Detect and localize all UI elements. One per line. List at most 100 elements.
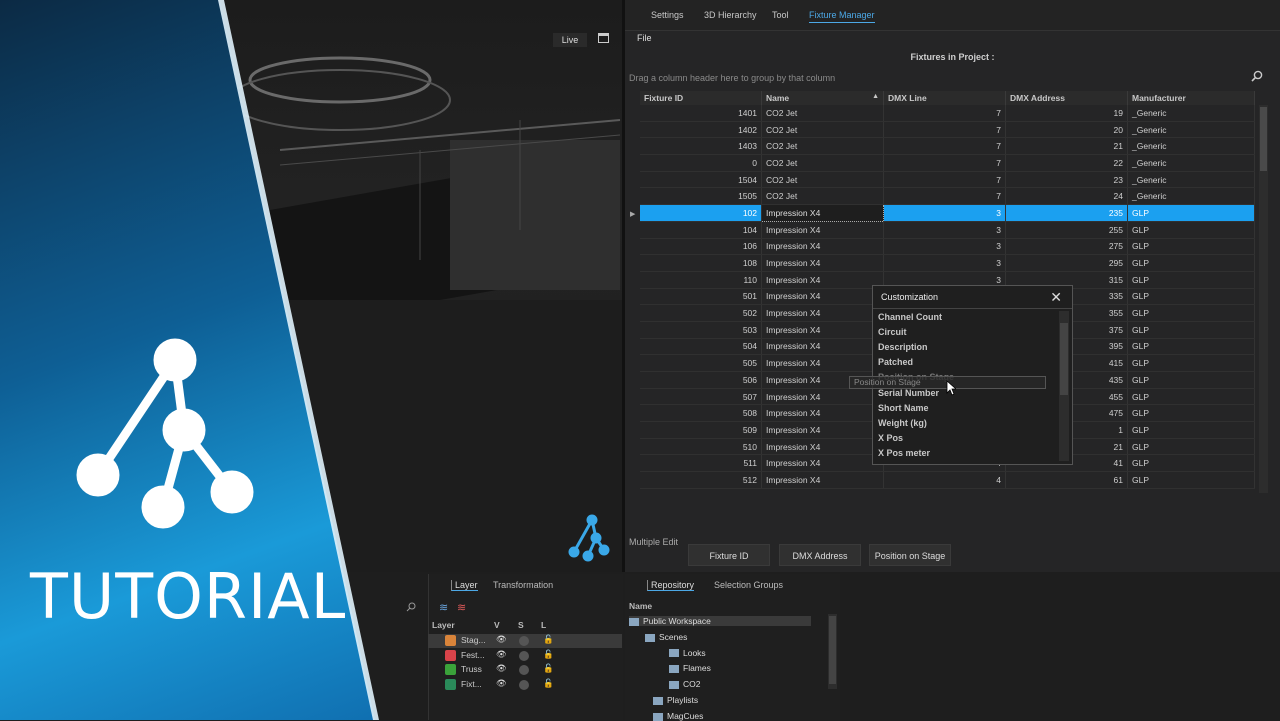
cell-dmx-address[interactable]: 295	[1005, 254, 1128, 272]
cell-dmx-line[interactable]: 7	[883, 154, 1006, 172]
scrollbar-thumb[interactable]	[1260, 107, 1267, 171]
cell-dmx-line[interactable]: 3	[883, 254, 1006, 272]
cell-manufacturer[interactable]: GLP	[1127, 271, 1255, 289]
cell-dmx-line[interactable]: 7	[883, 121, 1006, 139]
layer-name[interactable]: Fest...	[461, 650, 485, 660]
layers-delete-icon[interactable]: ≋	[457, 601, 466, 614]
cell-fixture-id[interactable]: 108	[640, 254, 762, 272]
customization-item[interactable]: Circuit	[878, 327, 907, 337]
group-by-hint[interactable]: Drag a column header here to group by th…	[629, 73, 835, 83]
repository-tree-item[interactable]: MagCues	[653, 711, 703, 721]
eye-icon[interactable]: 👁	[496, 649, 507, 660]
cell-fixture-id[interactable]: 106	[640, 238, 762, 256]
cell-dmx-line[interactable]: 3	[883, 204, 1006, 222]
cell-manufacturer[interactable]: GLP	[1127, 254, 1255, 272]
layer-color-swatch[interactable]	[445, 649, 456, 661]
col-dmx-line[interactable]: DMX Line	[883, 91, 1006, 105]
cell-fixture-id[interactable]: 508	[640, 404, 762, 423]
multi-edit-fixture-id-button[interactable]: Fixture ID	[688, 544, 770, 566]
cell-dmx-address[interactable]: 21	[1005, 137, 1128, 156]
cell-dmx-address[interactable]: 20	[1005, 121, 1128, 139]
cell-fixture-id[interactable]: 104	[640, 221, 762, 239]
cell-name[interactable]: Impression X4	[761, 388, 884, 406]
cell-name[interactable]: CO2 Jet	[761, 154, 884, 172]
maximize-icon[interactable]	[598, 33, 609, 43]
cell-manufacturer[interactable]: GLP	[1127, 371, 1255, 389]
cell-fixture-id[interactable]: 0	[640, 154, 762, 172]
cell-dmx-address[interactable]: 24	[1005, 187, 1128, 206]
cell-name[interactable]: CO2 Jet	[761, 171, 884, 189]
menu-file[interactable]: File	[637, 33, 652, 43]
table-row[interactable]: 1403 CO2 Jet 7 21 _Generic	[640, 137, 1255, 156]
col-dmx-address[interactable]: DMX Address	[1005, 91, 1128, 105]
cell-manufacturer[interactable]: GLP	[1127, 321, 1255, 339]
repository-tree-item[interactable]: Looks	[669, 648, 706, 658]
table-row[interactable]: 1401 CO2 Jet 7 19 _Generic	[640, 105, 1255, 122]
cell-manufacturer[interactable]: _Generic	[1127, 105, 1255, 122]
cell-name[interactable]: Impression X4	[761, 454, 884, 473]
customization-item[interactable]: X Pos meter	[878, 448, 930, 458]
table-row[interactable]: 1402 CO2 Jet 7 20 _Generic	[640, 121, 1255, 139]
cell-fixture-id[interactable]: 110	[640, 271, 762, 289]
cell-dmx-address[interactable]: 23	[1005, 171, 1128, 189]
cell-fixture-id[interactable]: 1504	[640, 171, 762, 189]
repository-tree-item[interactable]: Public Workspace	[629, 616, 811, 626]
layer-color-swatch[interactable]	[445, 678, 456, 690]
customization-item[interactable]: Serial Number	[878, 388, 939, 398]
table-row[interactable]: 102 Impression X4 3 235 GLP	[640, 204, 1255, 222]
cell-name[interactable]: CO2 Jet	[761, 121, 884, 139]
cell-fixture-id[interactable]: 509	[640, 421, 762, 439]
solo-icon[interactable]	[519, 636, 529, 646]
close-icon[interactable]: ✕	[1050, 289, 1062, 306]
col-name[interactable]: Name ▲	[761, 91, 884, 105]
layer-color-swatch[interactable]	[445, 664, 456, 675]
cell-dmx-line[interactable]: 3	[883, 221, 1006, 239]
cell-manufacturer[interactable]: _Generic	[1127, 171, 1255, 189]
cell-dmx-line[interactable]: 7	[883, 105, 1006, 122]
tab-3d-hierarchy[interactable]: 3D Hierarchy	[704, 10, 757, 20]
cell-dmx-address[interactable]: 255	[1005, 221, 1128, 239]
repository-tree-item[interactable]: Flames	[669, 663, 711, 673]
cell-manufacturer[interactable]: _Generic	[1127, 137, 1255, 156]
cell-manufacturer[interactable]: GLP	[1127, 454, 1255, 473]
lock-icon[interactable]: 🔓	[543, 634, 554, 645]
cell-name[interactable]: Impression X4	[761, 221, 884, 239]
cell-name[interactable]: Impression X4	[761, 404, 884, 423]
cell-name[interactable]: Impression X4	[761, 304, 884, 322]
eye-icon[interactable]: 👁	[496, 634, 507, 645]
cell-manufacturer[interactable]: GLP	[1127, 471, 1255, 489]
cell-name[interactable]: CO2 Jet	[761, 105, 884, 122]
solo-icon[interactable]	[519, 679, 529, 690]
cell-fixture-id[interactable]: 1401	[640, 105, 762, 122]
cell-name[interactable]: Impression X4	[761, 471, 884, 489]
cell-name[interactable]: Impression X4	[761, 421, 884, 439]
layer-name[interactable]: Truss	[461, 664, 482, 674]
col-manufacturer[interactable]: Manufacturer	[1127, 91, 1255, 105]
layer-row[interactable]: Fixt... 👁 🔓	[428, 678, 622, 692]
multi-edit-position-button[interactable]: Position on Stage	[869, 544, 951, 566]
layer-name[interactable]: Stag...	[461, 635, 486, 645]
cell-manufacturer[interactable]: GLP	[1127, 354, 1255, 372]
solo-icon[interactable]	[519, 650, 529, 661]
cell-fixture-id[interactable]: 1403	[640, 137, 762, 156]
search-icon[interactable]	[406, 602, 416, 612]
col-fixture-id[interactable]: Fixture ID	[640, 91, 762, 105]
lock-icon[interactable]: 🔓	[543, 649, 554, 660]
cell-dmx-line[interactable]: 3	[883, 238, 1006, 256]
cell-dmx-address[interactable]: 22	[1005, 154, 1128, 172]
tab-tool[interactable]: Tool	[772, 10, 789, 20]
cell-fixture-id[interactable]: 504	[640, 338, 762, 356]
scrollbar-thumb[interactable]	[1060, 323, 1068, 395]
customization-item[interactable]: X Pos	[878, 433, 903, 443]
cell-manufacturer[interactable]: GLP	[1127, 221, 1255, 239]
search-icon[interactable]	[1251, 70, 1263, 82]
cell-name[interactable]: Impression X4	[761, 271, 884, 289]
layer-name[interactable]: Fixt...	[461, 679, 482, 689]
cell-manufacturer[interactable]: _Generic	[1127, 121, 1255, 139]
lock-icon[interactable]: 🔓	[543, 678, 554, 689]
tab-transformation[interactable]: Transformation	[493, 580, 553, 590]
lock-icon[interactable]: 🔓	[543, 663, 554, 674]
layers-stack-icon[interactable]: ≋	[439, 601, 448, 614]
customization-item[interactable]: Patched	[878, 357, 913, 367]
cell-fixture-id[interactable]: 511	[640, 454, 762, 473]
